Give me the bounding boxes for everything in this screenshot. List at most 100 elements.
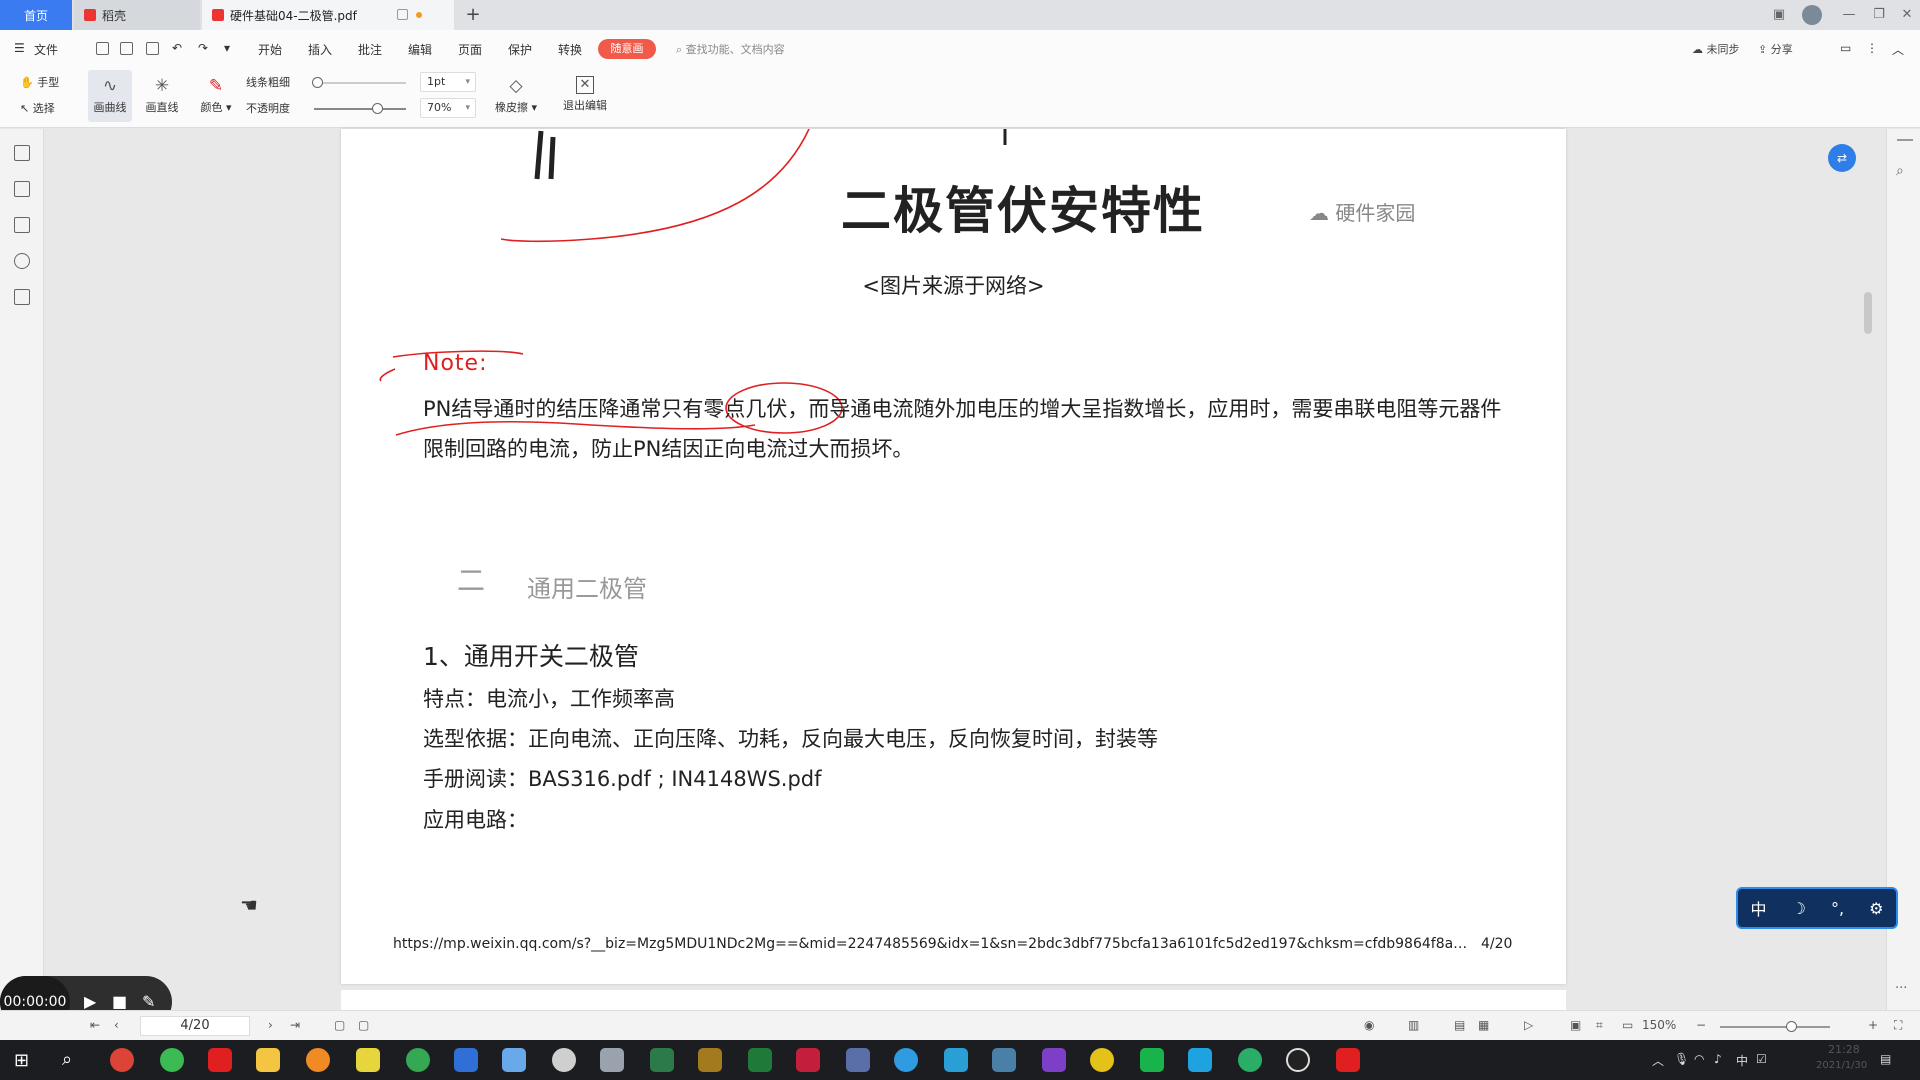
thickness-select[interactable]: 1pt ▾	[420, 72, 476, 92]
last-page-icon[interactable]: ⇥	[290, 1018, 300, 1032]
gear-icon[interactable]: ⚙	[1869, 899, 1883, 918]
iqiyi-icon[interactable]	[1140, 1048, 1164, 1072]
visual-studio-icon[interactable]	[1042, 1048, 1066, 1072]
more-options-icon[interactable]: ···	[1895, 981, 1907, 996]
search-app-icon[interactable]	[306, 1048, 330, 1072]
continuous-icon[interactable]: ▤	[1454, 1018, 1465, 1032]
ime-toolbar[interactable]: 中 ☽ °, ⚙	[1736, 887, 1898, 929]
redo-icon[interactable]: ↷	[198, 41, 208, 55]
draw-curve-button[interactable]: ∿ 画曲线	[88, 70, 132, 122]
attachment-icon[interactable]	[14, 253, 30, 269]
file-explorer-icon[interactable]	[256, 1048, 280, 1072]
moon-icon[interactable]: ☽	[1792, 899, 1806, 918]
cloud-app-icon[interactable]	[552, 1048, 576, 1072]
menu-comment[interactable]: 批注	[358, 41, 382, 58]
select-tool-button[interactable]: ↖ 选择	[20, 100, 55, 116]
eye-protect-icon[interactable]: ◉	[1364, 1018, 1374, 1032]
menu-convert[interactable]: 转换	[558, 41, 582, 58]
notes-icon[interactable]	[356, 1048, 380, 1072]
pen-icon[interactable]: ✎	[142, 992, 155, 1011]
menu-insert[interactable]: 插入	[308, 41, 332, 58]
zoom-out-icon[interactable]: −	[1696, 1018, 1706, 1032]
page-indicator[interactable]: 4/20	[140, 1016, 250, 1036]
stop-icon[interactable]: ■	[112, 992, 127, 1011]
opacity-slider-knob[interactable]	[372, 103, 383, 114]
restore-icon[interactable]: ❐	[1870, 6, 1888, 24]
print-icon[interactable]	[146, 42, 159, 55]
undo-icon[interactable]: ↶	[172, 41, 182, 55]
clock-time[interactable]: 21:28	[1828, 1043, 1860, 1056]
menu-start[interactable]: 开始	[258, 41, 282, 58]
tab-home[interactable]: 首页	[0, 0, 72, 30]
next-page-icon[interactable]: ›	[268, 1018, 273, 1032]
menu-file[interactable]: 文件	[34, 41, 58, 58]
menu-page[interactable]: 页面	[458, 41, 482, 58]
mobaxterm-icon[interactable]	[944, 1048, 968, 1072]
menu-edit[interactable]: 编辑	[408, 41, 432, 58]
avatar[interactable]	[1802, 5, 1822, 25]
meeting-icon[interactable]	[454, 1048, 478, 1072]
comment-panel-icon[interactable]	[14, 217, 30, 233]
bookmark-icon[interactable]	[14, 145, 30, 161]
draw-line-button[interactable]: ✳ 画直线	[140, 70, 184, 115]
thickness-slider-knob[interactable]	[312, 77, 323, 88]
double-page-icon[interactable]: ▦	[1478, 1018, 1489, 1032]
prev-page-icon[interactable]: ‹	[114, 1018, 119, 1032]
new-tab-button[interactable]: +	[462, 4, 484, 26]
notification-icon[interactable]: ▤	[1880, 1052, 1891, 1066]
tab-window-icon[interactable]	[397, 9, 408, 20]
zoom-search-icon[interactable]: ⌕	[1896, 163, 1904, 179]
opacity-slider[interactable]	[314, 108, 406, 110]
eraser-button[interactable]: ◇ 橡皮擦 ▾	[488, 70, 544, 115]
youdao-icon[interactable]	[208, 1048, 232, 1072]
open-folder-icon[interactable]	[96, 42, 109, 55]
screenshot-icon[interactable]	[502, 1048, 526, 1072]
media-icon[interactable]	[1090, 1048, 1114, 1072]
thickness-slider[interactable]	[314, 82, 406, 84]
microphone-icon[interactable]: 🎙	[1674, 1052, 1689, 1066]
chevron-up-icon[interactable]: ︿	[1652, 1052, 1664, 1069]
signature-icon[interactable]	[14, 289, 30, 305]
wifi-icon[interactable]: ◠	[1694, 1052, 1704, 1066]
minimize-icon[interactable]: —	[1840, 6, 1858, 24]
color-button[interactable]: ✎ 颜色 ▾	[194, 70, 238, 115]
read-mode-icon[interactable]: ▭	[1622, 1018, 1633, 1032]
hand-tool-button[interactable]: ✋ 手型	[20, 74, 59, 90]
play-slideshow-icon[interactable]: ▷	[1524, 1018, 1533, 1032]
tab-docer[interactable]: 稻壳	[74, 0, 200, 30]
menu-protect[interactable]: 保护	[508, 41, 532, 58]
share-button[interactable]: ⇪ 分享	[1758, 41, 1793, 57]
exit-edit-button[interactable]: ✕ 退出编辑	[556, 70, 614, 113]
first-page-icon[interactable]: ⇤	[90, 1018, 100, 1032]
wechat-icon[interactable]	[1238, 1048, 1262, 1072]
more-dropdown-icon[interactable]: ▾	[224, 41, 230, 55]
wps-icon[interactable]	[1336, 1048, 1360, 1072]
comment-icon[interactable]: ▭	[1840, 41, 1851, 55]
video-player-icon[interactable]	[1188, 1048, 1212, 1072]
windows-start-icon[interactable]: ⊞	[14, 1050, 29, 1071]
hamburger-icon[interactable]: ☰	[14, 41, 25, 55]
zoom-value[interactable]: 150%	[1642, 1018, 1676, 1032]
qq-icon[interactable]	[1286, 1048, 1310, 1072]
sync-status[interactable]: ☁ 未同步	[1692, 41, 1740, 57]
zoom-in-icon[interactable]: +	[1868, 1018, 1878, 1032]
altium-icon[interactable]	[796, 1048, 820, 1072]
volume-icon[interactable]: ♪	[1714, 1052, 1722, 1066]
ee-tool-icon[interactable]	[748, 1048, 772, 1072]
save-icon[interactable]	[120, 42, 133, 55]
pcb-icon[interactable]	[650, 1048, 674, 1072]
collapse-ribbon-icon[interactable]: ︿	[1892, 41, 1904, 58]
tool-icon[interactable]	[600, 1048, 624, 1072]
punctuation-icon[interactable]: °,	[1831, 899, 1844, 918]
thumbnail-icon[interactable]	[14, 181, 30, 197]
tab-pdf-document[interactable]: 硬件基础04-二极管.pdf	[202, 0, 454, 30]
fullscreen-icon[interactable]: ⛶	[1894, 1018, 1902, 1033]
zoom-slider-knob[interactable]	[1786, 1021, 1797, 1032]
check-icon[interactable]: ☑	[1756, 1052, 1767, 1066]
zoom-slider[interactable]	[1720, 1026, 1830, 1028]
building-app-icon[interactable]	[846, 1048, 870, 1072]
actual-size-icon[interactable]: ▣	[1570, 1018, 1581, 1032]
app-icon[interactable]	[406, 1048, 430, 1072]
search-icon[interactable]: ⌕	[62, 1049, 72, 1070]
ime-language[interactable]: 中	[1751, 896, 1767, 920]
